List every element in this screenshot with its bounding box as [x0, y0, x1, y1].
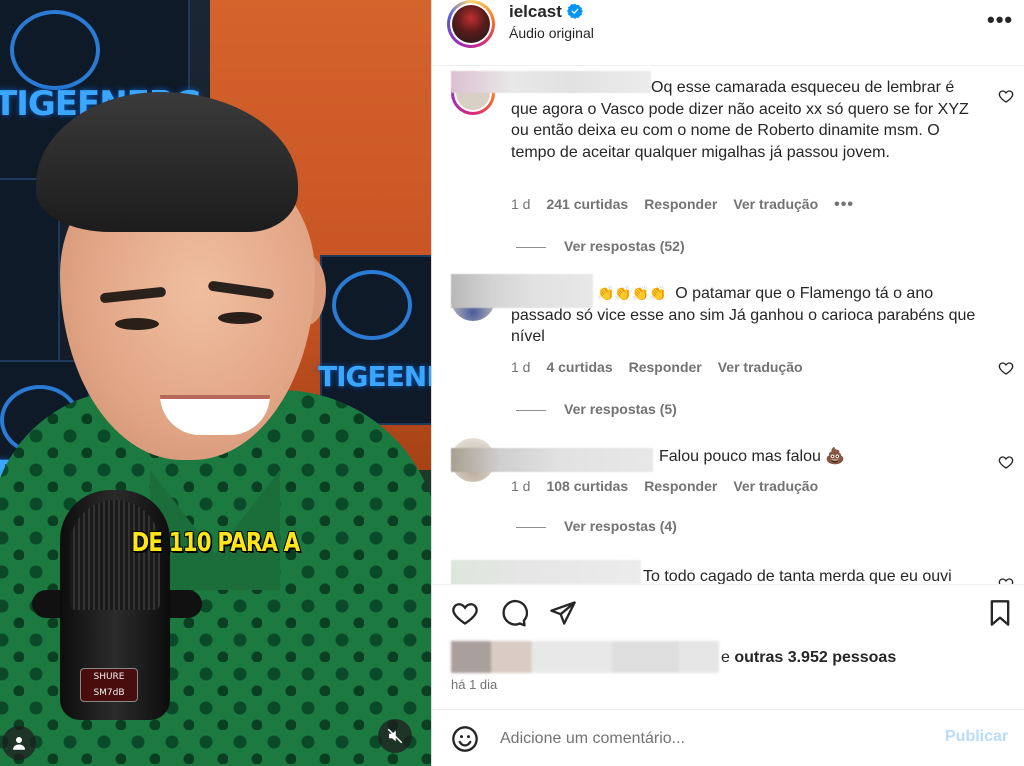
comment-text: To todo cagado de tanta merda que eu ouv…: [643, 568, 952, 584]
heart-icon[interactable]: [998, 454, 1014, 470]
person-eye: [115, 318, 159, 330]
comment-age: 1 d: [511, 359, 531, 375]
reply-button[interactable]: Responder: [644, 196, 717, 212]
author-username[interactable]: ielcast: [509, 2, 562, 22]
reel-video[interactable]: TIGEENERG TIGEENERG TIGEENERG SHURE SM7d…: [0, 0, 431, 766]
wall-logo-text: TIGEENERG: [318, 360, 431, 393]
comments-list[interactable]: Oq esse camarada esqueceu de lembrar é q…: [432, 67, 1024, 584]
person-eye: [218, 312, 262, 324]
translate-button[interactable]: Ver tradução: [733, 196, 818, 212]
heart-icon[interactable]: [998, 576, 1014, 584]
like-heart-icon[interactable]: [451, 599, 479, 627]
user-tags-button[interactable]: [2, 726, 36, 760]
share-send-icon[interactable]: [549, 599, 577, 627]
comment-age: 1 d: [511, 196, 531, 212]
audio-label[interactable]: Áudio original: [509, 25, 594, 41]
microphone-badge: SHURE SM7dB: [80, 668, 138, 702]
emoji-smiley-icon[interactable]: [451, 725, 479, 753]
comment-input[interactable]: [500, 726, 920, 752]
more-options-button[interactable]: •••: [987, 9, 1013, 31]
heart-icon[interactable]: [998, 88, 1014, 104]
comment-likes[interactable]: 108 curtidas: [546, 478, 628, 494]
likes-others[interactable]: outras 3.952 pessoas: [734, 649, 896, 666]
translate-button[interactable]: Ver tradução: [718, 359, 803, 375]
mic-model: SM7dB: [93, 688, 125, 698]
view-replies-label: Ver respostas (52): [564, 238, 685, 254]
post-timestamp[interactable]: há 1 dia: [451, 677, 497, 692]
add-comment-bar: Publicar: [432, 709, 1024, 766]
logo-wing-shape: [10, 10, 100, 90]
reply-button[interactable]: Responder: [629, 359, 702, 375]
post-panel: ielcast Áudio original ••• Oq esse camar…: [431, 0, 1024, 766]
mute-button[interactable]: [378, 719, 412, 753]
translate-button[interactable]: Ver tradução: [733, 478, 818, 494]
comment-meta: 1 d 108 curtidas Responder Ver tradução: [511, 478, 834, 494]
likes-count-text: e outras 3.952 pessoas: [721, 649, 897, 666]
comment-emoji: 👏👏👏👏: [597, 285, 667, 301]
redacted-likers: [451, 641, 719, 673]
view-replies-button[interactable]: Ver respostas (52): [516, 238, 685, 254]
view-replies-label: Ver respostas (5): [564, 401, 677, 417]
comment-text: Falou pouco mas falou 💩: [659, 448, 846, 465]
comment-bubble-icon[interactable]: [500, 599, 528, 627]
view-replies-button[interactable]: Ver respostas (4): [516, 518, 677, 534]
publish-button[interactable]: Publicar: [945, 728, 1008, 746]
video-caption: DE 110 PARA A: [131, 528, 301, 558]
likes-summary[interactable]: e outras 3.952 pessoas: [451, 641, 1011, 673]
comment-likes[interactable]: 4 curtidas: [546, 359, 612, 375]
author-avatar[interactable]: [447, 0, 495, 48]
reply-button[interactable]: Responder: [644, 478, 717, 494]
comment-meta: 1 d 241 curtidas Responder Ver tradução •••: [511, 196, 870, 214]
comment-meta: 1 d 4 curtidas Responder Ver tradução: [511, 359, 819, 375]
logo-wing-shape: [332, 270, 412, 340]
comment-more-button[interactable]: •••: [834, 196, 854, 213]
speaker-muted-icon: [387, 728, 403, 744]
comment-text: 👏👏👏👏 O patamar que o Flamengo tá o ano p…: [511, 285, 976, 345]
comment-likes[interactable]: 241 curtidas: [546, 196, 628, 212]
comment-text: Oq esse camarada esqueceu de lembrar é q…: [511, 79, 969, 161]
mic-brand: SHURE: [93, 672, 125, 682]
view-replies-button[interactable]: Ver respostas (5): [516, 401, 677, 417]
verified-badge-icon: [567, 3, 583, 19]
post-actions: e outras 3.952 pessoas há 1 dia Publicar: [432, 584, 1024, 766]
heart-icon[interactable]: [998, 360, 1014, 376]
view-replies-label: Ver respostas (4): [564, 518, 677, 534]
post-header: ielcast Áudio original •••: [432, 0, 1024, 66]
comment-age: 1 d: [511, 478, 531, 494]
user-icon: [13, 737, 25, 750]
bookmark-icon[interactable]: [986, 599, 1014, 627]
